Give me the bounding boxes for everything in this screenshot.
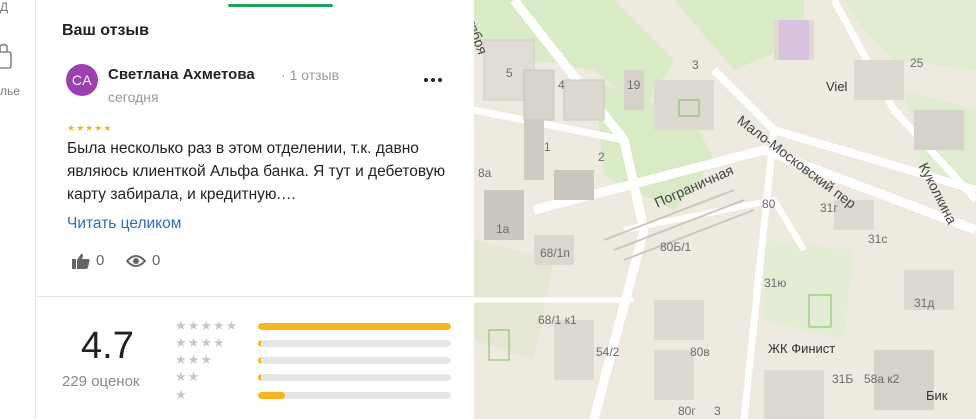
house-number: 80	[762, 197, 776, 211]
views: 0	[126, 252, 160, 269]
rating-bar	[258, 391, 451, 399]
house-number: 4	[558, 78, 565, 92]
rating-row-stars: ★	[175, 387, 257, 402]
house-number: 80в	[690, 345, 710, 359]
house-number: 31с	[868, 232, 888, 246]
star-icon: ★	[94, 123, 103, 133]
read-more-link[interactable]: Читать целиком	[67, 215, 181, 233]
review-panel: Ваш отзыв СА Светлана Ахметова · 1 отзыв…	[36, 0, 474, 419]
star-icon: ★	[200, 318, 212, 333]
house-number: 31Б	[832, 372, 854, 386]
rating-row-stars: ★ ★ ★ ★	[175, 335, 257, 350]
rating-bar	[258, 322, 451, 330]
rating-bar-fill	[258, 356, 261, 364]
author-name[interactable]: Светлана Ахметова	[108, 66, 255, 83]
star-icon: ★	[187, 369, 200, 384]
rating-count: 229 оценок	[62, 373, 140, 390]
rating-score: 4.7	[81, 325, 134, 367]
star-icon: ★	[103, 123, 112, 133]
house-number: 25	[910, 56, 924, 70]
rating-bar-fill	[258, 391, 286, 399]
house-number: 3	[714, 404, 721, 418]
house-number: 58а к2	[864, 372, 900, 386]
more-options-button[interactable]	[421, 70, 445, 90]
house-number: 80Б/1	[660, 240, 692, 254]
author-review-count: · 1 отзыв	[281, 67, 340, 83]
house-number: 31д	[914, 296, 935, 310]
rail-top-label: Д	[0, 0, 9, 14]
like-button[interactable]: 0	[72, 252, 104, 269]
house-number: 2	[598, 150, 605, 164]
rating-bar-fill	[258, 339, 261, 347]
poi-label[interactable]: Бик	[926, 388, 947, 403]
star-icon: ★	[175, 352, 187, 367]
star-icon: ★	[187, 335, 200, 350]
star-icon: ★	[212, 335, 225, 350]
star-icon: ★	[225, 318, 238, 333]
house-number: 8а	[478, 166, 492, 180]
rating-row-stars: ★ ★	[175, 369, 257, 384]
star-icon: ★	[187, 352, 200, 367]
avatar[interactable]: СА	[66, 64, 98, 96]
star-icon: ★	[85, 123, 94, 133]
rail-bottom-label: лье	[0, 84, 20, 98]
house-number: 68/1п	[540, 246, 570, 260]
left-rail: Д лье	[0, 0, 36, 419]
rating-row-2: ★ ★	[175, 369, 451, 384]
house-number: 1	[544, 140, 551, 154]
star-icon: ★	[212, 318, 225, 333]
rating-bar	[258, 373, 451, 381]
panel-title: Ваш отзыв	[62, 22, 149, 39]
star-icon: ★	[175, 369, 187, 384]
review-date: сегодня	[108, 89, 159, 105]
star-icon: ★	[76, 123, 85, 133]
star-icon: ★	[187, 318, 200, 333]
star-icon: ★	[200, 335, 212, 350]
rating-bar	[258, 356, 451, 364]
star-icon: ★	[175, 387, 187, 402]
rating-row-5: ★ ★ ★ ★ ★	[175, 318, 451, 333]
thumbs-up-icon	[72, 253, 90, 269]
poi-label[interactable]: ЖК Финист	[768, 341, 835, 356]
house-number: 68/1 к1	[538, 313, 577, 327]
active-tab-indicator	[228, 4, 333, 7]
eye-icon	[126, 254, 146, 267]
rating-row-3: ★ ★ ★	[175, 352, 451, 367]
review-stars: ★ ★ ★ ★ ★	[67, 124, 111, 133]
lock-icon[interactable]	[0, 40, 12, 70]
rating-bar-fill	[258, 322, 451, 330]
star-icon: ★	[67, 123, 76, 133]
poi-label[interactable]: Viel	[826, 79, 847, 94]
rating-bar	[258, 339, 451, 347]
rating-bar-fill	[258, 373, 261, 381]
house-number: 5	[506, 66, 513, 80]
house-number: 80г	[678, 404, 696, 418]
views-count: 0	[152, 252, 161, 269]
house-number: 54/2	[596, 345, 620, 359]
rating-row-stars: ★ ★ ★	[175, 352, 257, 367]
house-number: 3	[692, 58, 699, 72]
map-canvas[interactable]	[474, 0, 976, 419]
star-icon: ★	[175, 335, 187, 350]
map[interactable]: ктября Пограничная Мало-Московский пер К…	[474, 0, 976, 419]
divider	[36, 296, 474, 297]
house-number: 19	[627, 78, 641, 92]
star-icon: ★	[200, 352, 212, 367]
star-icon: ★	[175, 318, 187, 333]
like-count: 0	[96, 252, 105, 269]
house-number: 1а	[496, 222, 510, 236]
rating-row-1: ★	[175, 387, 451, 402]
house-number: 31ю	[764, 276, 787, 290]
rating-row-4: ★ ★ ★ ★	[175, 335, 451, 350]
review-text: Была несколько раз в этом отделении, т.к…	[67, 140, 446, 203]
rating-row-stars: ★ ★ ★ ★ ★	[175, 318, 257, 333]
house-number: 31г	[820, 201, 838, 215]
